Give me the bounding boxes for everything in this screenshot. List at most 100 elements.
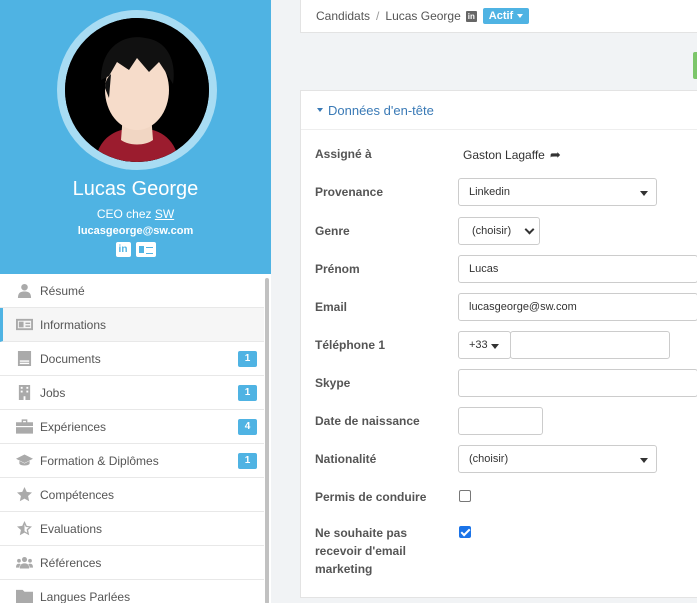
chevron-down-icon [524,224,535,235]
breadcrumb: Candidats / Lucas George in Actif [300,0,697,33]
sidebar-scrollbar[interactable] [264,274,271,603]
status-label: Actif [488,10,514,22]
sidebar-item-label: Formation & Diplômes [40,453,159,468]
title-prefix: CEO chez [96,207,155,221]
skype-label: Skype [315,376,351,390]
provenance-label: Provenance [315,185,384,199]
linkedin-icon[interactable]: in [115,242,131,257]
header-data-panel: Données d'en-tête Assigné à Gaston Lagaf… [300,90,697,598]
sidebar-item-label: Documents [40,351,101,366]
genre-label: Genre [315,224,350,238]
permis-label: Permis de conduire [315,490,427,504]
briefcase-icon [15,419,33,435]
status-dropdown-button[interactable]: Actif [482,8,530,24]
breadcrumb-current: Lucas George [385,9,461,23]
sidebar-item-label: Compétences [40,487,115,502]
caret-down-icon [517,14,524,18]
avatar-ring [57,10,217,170]
caret-down-icon [640,191,648,196]
sidebar-item-langues[interactable]: Langues Parlées [0,580,264,603]
avatar [65,18,209,162]
sidebar-item-evaluations[interactable]: Evaluations [0,512,264,546]
assigne-value[interactable]: Gaston Lagaffe ➦ [463,147,561,163]
sidebar-item-jobs[interactable]: Jobs 1 [0,376,264,410]
star-icon [15,487,33,503]
caret-down-icon [640,458,648,463]
sidebar-item-label: Résumé [40,283,85,298]
share-icon[interactable]: ➦ [550,147,561,163]
breadcrumb-candidats-link[interactable]: Candidats [316,9,370,23]
candidate-name: Lucas George [72,178,199,200]
graduation-cap-icon [15,453,33,469]
count-badge: 1 [238,351,257,367]
phone-input[interactable] [510,331,670,359]
sidebar-item-references[interactable]: Références [0,546,264,580]
scrollbar-thumb[interactable] [265,278,269,603]
avatar-illustration-icon [65,18,209,162]
prenom-value: Lucas [469,263,499,275]
marketing-label-line: marketing [315,562,373,576]
marketing-label-line: recevoir d'email [315,544,406,558]
assignee-name: Gaston Lagaffe [463,148,545,162]
sidebar-item-formation[interactable]: Formation & Diplômes 1 [0,444,264,478]
genre-select[interactable]: (choisir) [458,217,540,245]
sidebar-item-documents[interactable]: Documents 1 [0,342,264,376]
sidebar-item-label: Jobs [40,385,66,400]
permis-checkbox[interactable] [459,490,471,502]
sidebar-nav: Résumé Informations Documents 1 Jobs 1 E… [0,274,264,603]
telephone-label: Téléphone 1 [315,338,386,352]
sidebar-item-label: Langues Parlées [40,589,131,603]
user-icon [15,283,33,299]
sidebar-item-resume[interactable]: Résumé [0,274,264,308]
sidebar-item-competences[interactable]: Compétences [0,478,264,512]
sidebar-item-label: Expériences [40,419,107,434]
profile-links: in [0,242,271,257]
sidebar-item-label: Informations [40,317,107,332]
panel-title: Données d'en-tête [328,102,434,118]
building-icon [15,385,33,401]
count-badge: 1 [238,453,257,469]
sidebar-item-informations[interactable]: Informations [0,308,264,342]
email-field[interactable]: lucasgeorge@sw.com [458,293,697,321]
marketing-label: Ne souhaite pas recevoir d'email marketing [315,524,407,578]
caret-down-icon [317,108,323,112]
naissance-label: Date de naissance [315,414,420,428]
prenom-label: Prénom [315,262,360,276]
genre-selected: (choisir) [472,225,512,237]
marketing-label-line: Ne souhaite pas [315,526,408,540]
profile-header: Lucas George CEO chez SW lucasgeorge@sw.… [0,0,271,274]
panel-toggle[interactable]: Données d'en-tête [301,91,697,130]
id-card-icon [15,317,33,333]
vcard-icon[interactable] [135,242,156,257]
email-value: lucasgeorge@sw.com [469,301,577,313]
nationalite-label: Nationalité [315,452,377,466]
candidate-sidebar: Lucas George CEO chez SW lucasgeorge@sw.… [0,0,271,603]
caret-down-icon [491,344,499,349]
nationality-select[interactable]: (choisir) [458,445,657,473]
count-badge: 1 [238,385,257,401]
sidebar-item-label: Evaluations [40,521,103,536]
breadcrumb-separator: / [376,9,380,23]
linkedin-icon[interactable]: in [465,10,477,22]
sidebar-item-label: Références [40,555,102,570]
birthdate-input[interactable] [458,407,543,435]
nationality-selected: (choisir) [469,453,509,465]
sidebar-item-experiences[interactable]: Expériences 4 [0,410,264,444]
candidate-email[interactable]: lucasgeorge@sw.com [0,225,271,237]
phone-prefix-value: +33 [469,339,488,351]
marketing-checkbox[interactable] [459,526,471,538]
company-link[interactable]: SW [155,207,174,221]
action-button-edge[interactable] [693,52,697,79]
phone-prefix-select[interactable]: +33 [458,331,511,359]
email-label: Email [315,300,348,314]
assigne-label: Assigné à [315,147,372,161]
count-badge: 4 [238,419,257,435]
candidate-title: CEO chez SW [0,207,271,221]
document-icon [15,351,33,367]
prenom-input[interactable]: Lucas [458,255,697,283]
skype-input[interactable] [458,369,697,397]
half-star-icon [15,521,33,537]
provenance-selected: Linkedin [469,186,510,198]
users-icon [15,555,33,571]
provenance-select[interactable]: Linkedin [458,178,657,206]
